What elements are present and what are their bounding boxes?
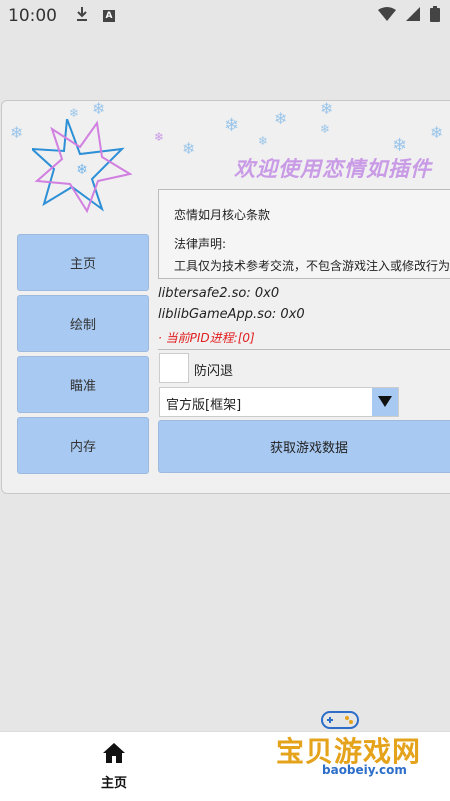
nav-button-memory[interactable]: 内存 [17,417,149,474]
snowflake-icon: ❄ [430,123,444,142]
lib-address-line: liblibGameApp.so: 0x0 [158,307,305,322]
pid-status: · 当前PID进程:[0] [158,331,255,345]
plugin-panel[interactable]: ❄ ❄ ❄ ❄ ❄ ❄ ❄ ❄ ❄ ❄ ❄ ❄ ❄ 欢迎使用恋情如插件 主页 绘… [1,100,450,494]
welcome-banner: 欢迎使用恋情如插件 [234,157,432,181]
snowflake-icon: ❄ [10,123,24,142]
bottom-nav-home[interactable]: 主页 [84,742,144,797]
star-logo-icon: ❄ [32,119,132,214]
snowflake-icon: ❄ [320,122,331,136]
nav-button-home[interactable]: 主页 [17,234,149,291]
status-time: 10:00 [8,6,57,26]
gamepad-icon [321,711,359,729]
watermark-logo: 宝贝游戏网 baobeiy.com [270,700,445,790]
snowflake-icon: ❄ [154,130,165,144]
snowflake-icon: ❄ [224,115,240,136]
status-bar: 10:00 A [0,0,450,32]
lib-address-line: libtersafe2.so: 0x0 [158,286,280,301]
fetch-game-data-button[interactable]: 获取游戏数据 [158,420,450,473]
terms-box: 恋情如月核心条款 法律声明: 工具仅为技术参考交流，不包含游戏注入或修改行为 [158,189,450,279]
legal-heading: 法律声明: [174,237,227,251]
legal-text: 工具仅为技术参考交流，不包含游戏注入或修改行为 [174,259,450,273]
wifi-icon [378,6,396,26]
notification-a-icon: A [103,10,115,22]
svg-text:❄: ❄ [76,162,88,178]
cell-signal-icon [406,6,420,26]
anti-flash-checkbox[interactable] [159,353,189,383]
snowflake-icon: ❄ [69,106,80,120]
snowflake-icon: ❄ [92,100,106,118]
version-select-value: 官方版[框架] [166,398,242,413]
home-icon [102,743,126,768]
nav-button-draw[interactable]: 绘制 [17,295,149,352]
snowflake-icon: ❄ [320,100,334,118]
dropdown-arrow-icon[interactable] [372,388,398,416]
version-select[interactable]: 官方版[框架] [159,387,399,417]
terms-title: 恋情如月核心条款 [174,208,271,222]
snowflake-icon: ❄ [274,109,288,128]
anti-flash-label: 防闪退 [194,364,234,379]
watermark-url: baobeiy.com [322,763,407,777]
bottom-nav-home-label: 主页 [100,776,127,791]
snowflake-icon: ❄ [258,134,269,148]
divider [158,349,450,350]
battery-icon [430,5,440,27]
snowflake-icon: ❄ [182,139,196,158]
download-icon [75,6,89,27]
nav-button-aim[interactable]: 瞄准 [17,356,149,413]
